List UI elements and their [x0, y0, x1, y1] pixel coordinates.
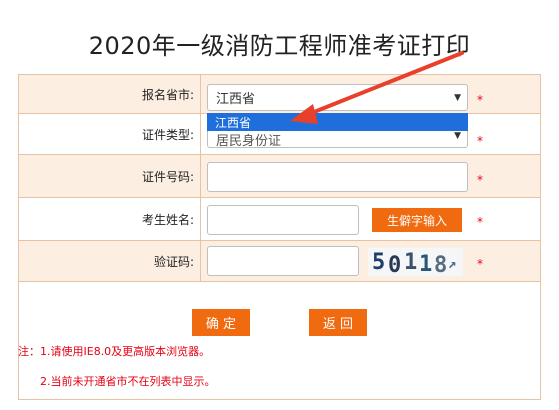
note-line-1: 注：1.请使用IE8.0及更高版本浏览器。 — [18, 345, 211, 358]
captcha-input[interactable] — [207, 246, 359, 276]
captcha-label: 验证码: — [19, 241, 201, 281]
note-line-2: 2.当前未开通省市不在列表中显示。 — [40, 375, 216, 388]
captcha-char: 8 — [434, 253, 448, 276]
required-mark: * — [477, 173, 483, 187]
name-input[interactable] — [207, 205, 359, 235]
province-select[interactable]: 江西省 ▼ — [207, 84, 468, 111]
captcha-image[interactable]: 5 0 1 1 8 ↗ — [368, 248, 463, 276]
required-mark: * — [477, 215, 483, 229]
back-button[interactable]: 返 回 — [309, 309, 367, 336]
captcha-char: 5 — [372, 250, 386, 275]
province-label: 报名省市: — [19, 75, 201, 113]
captcha-char: ↗ — [448, 256, 457, 272]
chevron-down-icon[interactable]: ▼ — [454, 131, 461, 141]
id-number-label: 证件号码: — [19, 155, 201, 197]
required-mark: * — [477, 134, 483, 148]
page-title: 2020年一级消防工程师准考证打印 — [88, 32, 471, 60]
confirm-button[interactable]: 确 定 — [192, 309, 250, 336]
rare-character-input-button[interactable]: 生僻字输入 — [372, 208, 462, 232]
captcha-char: 1 — [419, 252, 433, 276]
required-mark: * — [477, 257, 483, 271]
province-select-value: 江西省 — [216, 92, 256, 107]
id-number-input[interactable] — [207, 162, 468, 192]
id-type-label: 证件类型: — [19, 114, 201, 154]
province-dropdown-option[interactable]: 江西省 — [207, 113, 468, 131]
captcha-char: 1 — [404, 250, 418, 275]
id-type-select-value: 居民身份证 — [216, 133, 282, 149]
required-mark: * — [477, 93, 483, 107]
name-label: 考生姓名: — [19, 198, 201, 240]
captcha-char: 0 — [388, 253, 402, 276]
chevron-down-icon[interactable]: ▼ — [454, 93, 461, 103]
